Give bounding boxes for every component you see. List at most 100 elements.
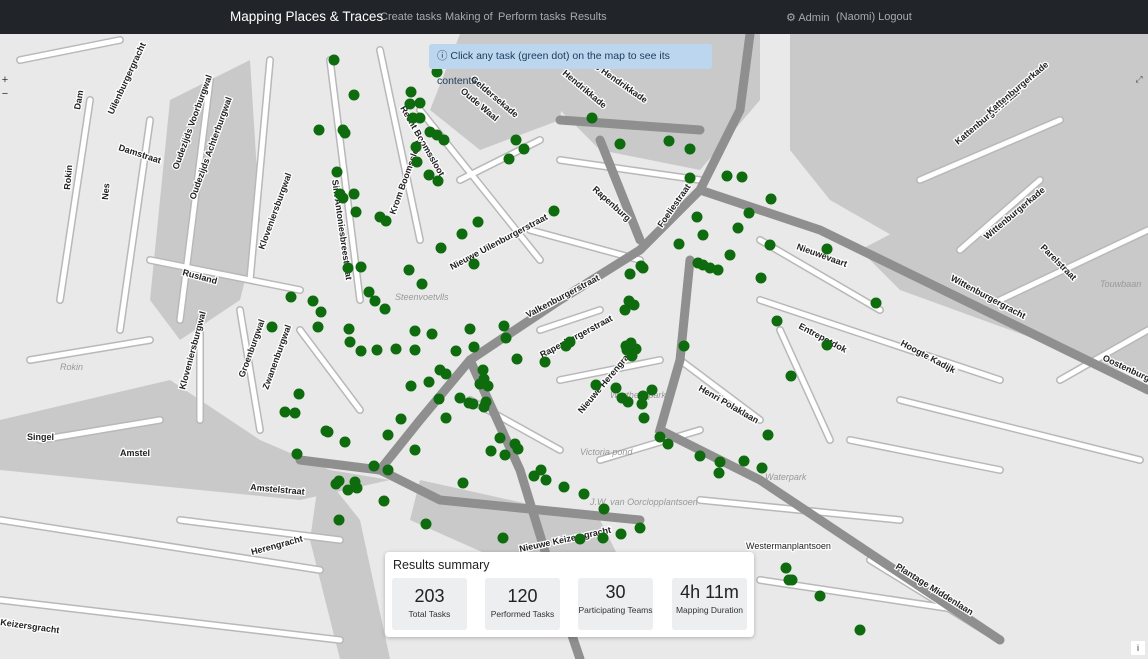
fullscreen-icon[interactable]: ⤢ <box>1133 74 1145 86</box>
task-dot[interactable] <box>714 456 726 468</box>
task-dot[interactable] <box>328 54 340 66</box>
task-dot[interactable] <box>615 528 627 540</box>
task-dot[interactable] <box>450 345 462 357</box>
nav-making-of[interactable]: Making of <box>445 11 493 23</box>
task-dot[interactable] <box>713 467 725 479</box>
task-dot[interactable] <box>512 443 524 455</box>
task-dot[interactable] <box>379 303 391 315</box>
task-dot[interactable] <box>371 344 383 356</box>
task-dot[interactable] <box>339 127 351 139</box>
task-dot[interactable] <box>814 590 826 602</box>
task-dot[interactable] <box>614 138 626 150</box>
task-dot[interactable] <box>363 286 375 298</box>
task-dot[interactable] <box>619 304 631 316</box>
task-dot[interactable] <box>456 228 468 240</box>
task-dot[interactable] <box>342 484 354 496</box>
logout-link[interactable]: (Naomi) Logout <box>836 11 912 23</box>
task-dot[interactable] <box>485 445 497 457</box>
task-dot[interactable] <box>662 438 674 450</box>
nav-results[interactable]: Results <box>570 11 607 23</box>
task-dot[interactable] <box>411 156 423 168</box>
task-dot[interactable] <box>285 291 297 303</box>
task-dot[interactable] <box>348 89 360 101</box>
nav-perform-tasks[interactable]: Perform tasks <box>498 11 566 23</box>
app-brand[interactable]: Mapping Places & Traces <box>230 9 383 24</box>
task-dot[interactable] <box>586 112 598 124</box>
task-dot[interactable] <box>390 343 402 355</box>
task-dot[interactable] <box>467 398 479 410</box>
task-dot[interactable] <box>416 278 428 290</box>
task-dot[interactable] <box>597 532 609 544</box>
task-dot[interactable] <box>500 332 512 344</box>
task-dot[interactable] <box>511 353 523 365</box>
task-dot[interactable] <box>369 295 381 307</box>
task-dot[interactable] <box>409 325 421 337</box>
task-dot[interactable] <box>503 153 515 165</box>
task-dot[interactable] <box>409 444 421 456</box>
task-dot[interactable] <box>622 396 634 408</box>
task-dot[interactable] <box>610 382 622 394</box>
task-dot[interactable] <box>590 379 602 391</box>
task-dot[interactable] <box>423 376 435 388</box>
task-dot[interactable] <box>736 171 748 183</box>
task-dot[interactable] <box>821 339 833 351</box>
task-dot[interactable] <box>574 533 586 545</box>
task-dot[interactable] <box>478 401 490 413</box>
task-dot[interactable] <box>382 464 394 476</box>
task-dot[interactable] <box>821 243 833 255</box>
task-dot[interactable] <box>307 295 319 307</box>
task-dot[interactable] <box>289 407 301 419</box>
task-dot[interactable] <box>368 460 380 472</box>
attribution-button[interactable]: i <box>1131 641 1145 655</box>
task-dot[interactable] <box>342 262 354 274</box>
task-dot[interactable] <box>780 562 792 574</box>
task-dot[interactable] <box>315 306 327 318</box>
task-dot[interactable] <box>382 429 394 441</box>
task-dot[interactable] <box>433 393 445 405</box>
task-dot[interactable] <box>510 134 522 146</box>
task-dot[interactable] <box>333 514 345 526</box>
task-dot[interactable] <box>743 207 755 219</box>
task-dot[interactable] <box>405 380 417 392</box>
task-dot[interactable] <box>331 166 343 178</box>
task-dot[interactable] <box>414 97 426 109</box>
task-dot[interactable] <box>518 143 530 155</box>
task-dot[interactable] <box>440 412 452 424</box>
task-dot[interactable] <box>464 323 476 335</box>
task-dot[interactable] <box>343 323 355 335</box>
task-dot[interactable] <box>378 495 390 507</box>
task-dot[interactable] <box>738 455 750 467</box>
task-dot[interactable] <box>291 448 303 460</box>
task-dot[interactable] <box>279 406 291 418</box>
task-dot[interactable] <box>684 172 696 184</box>
task-dot[interactable] <box>762 429 774 441</box>
task-dot[interactable] <box>684 143 696 155</box>
task-dot[interactable] <box>435 242 447 254</box>
task-dot[interactable] <box>756 462 768 474</box>
task-dot[interactable] <box>420 518 432 530</box>
task-dot[interactable] <box>755 272 767 284</box>
task-dot[interactable] <box>322 426 334 438</box>
task-dot[interactable] <box>678 340 690 352</box>
task-dot[interactable] <box>558 481 570 493</box>
task-dot[interactable] <box>548 205 560 217</box>
task-dot[interactable] <box>312 321 324 333</box>
task-dot[interactable] <box>337 192 349 204</box>
task-dot[interactable] <box>539 356 551 368</box>
task-dot[interactable] <box>410 141 422 153</box>
task-dot[interactable] <box>870 297 882 309</box>
task-dot[interactable] <box>673 238 685 250</box>
task-dot[interactable] <box>432 175 444 187</box>
task-dot[interactable] <box>355 345 367 357</box>
zoom-in-button[interactable]: + <box>0 74 10 86</box>
task-dot[interactable] <box>423 169 435 181</box>
task-dot[interactable] <box>560 340 572 352</box>
task-dot[interactable] <box>468 341 480 353</box>
task-dot[interactable] <box>380 215 392 227</box>
task-dot[interactable] <box>403 264 415 276</box>
task-dot[interactable] <box>598 503 610 515</box>
task-dot[interactable] <box>771 315 783 327</box>
task-dot[interactable] <box>344 336 356 348</box>
task-dot[interactable] <box>634 522 646 534</box>
task-dot[interactable] <box>355 261 367 273</box>
